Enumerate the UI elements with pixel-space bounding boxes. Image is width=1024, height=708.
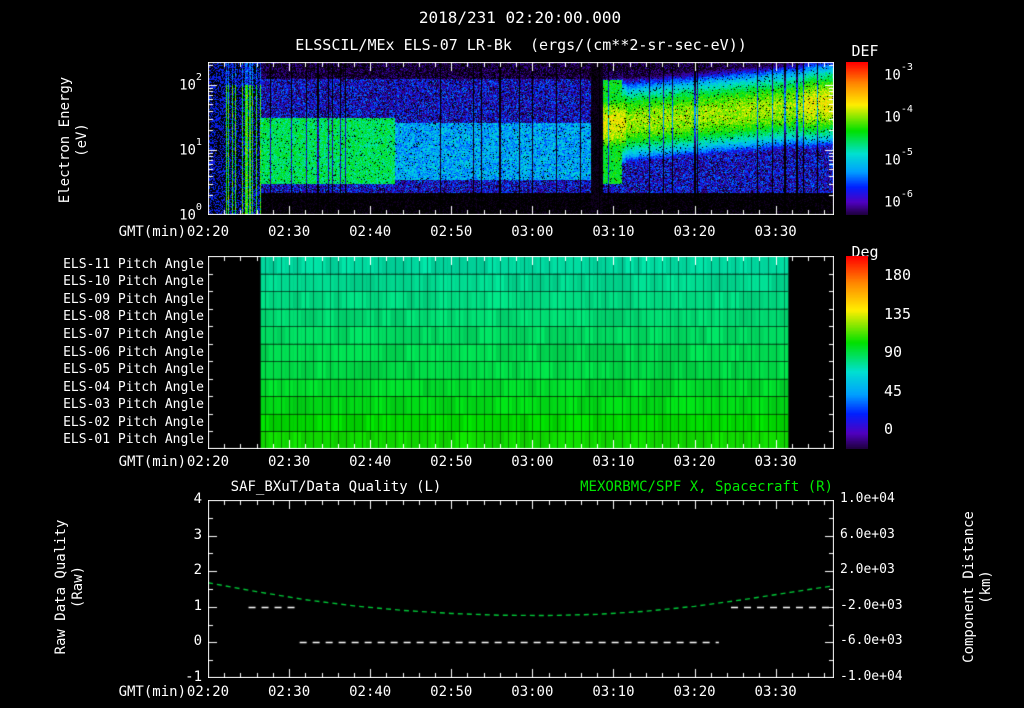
x-tick-label: 03:10 <box>592 684 635 700</box>
quality-distance-plot <box>208 500 834 678</box>
def-colorbar-tick: 10-4 <box>884 104 913 126</box>
left-y-tick-label: 1 <box>193 597 202 614</box>
left-y-tick-label: 4 <box>193 491 202 507</box>
x-tick-label: 02:30 <box>268 684 311 700</box>
def-colorbar <box>846 62 868 215</box>
distance-title: MEXORBMC/SPF X, Spacecraft (R) <box>580 479 833 495</box>
pitch-row-label: ELS-07 Pitch Angle <box>63 326 204 342</box>
y-tick-label: 101 <box>179 137 202 159</box>
def-colorbar-tick: 10-6 <box>884 189 913 211</box>
x-tick-label: 02:20 <box>186 224 230 240</box>
x-tick-label: 03:10 <box>592 224 635 240</box>
x-tick-label: 03:00 <box>511 454 554 470</box>
spectrogram-title: ELSSCIL/MEx ELS-07 LR-Bk (ergs/(cm**2-sr… <box>295 36 747 54</box>
quality-y-axis-label-line1: Raw Data Quality <box>53 519 69 655</box>
x-tick-label: 02:30 <box>268 454 311 470</box>
x-tick-label: 02:40 <box>349 224 392 240</box>
x-tick-label: 03:20 <box>673 454 716 470</box>
pitch-row-label: ELS-06 Pitch Angle <box>63 344 204 360</box>
spectrogram-y-axis-label: Electron Energy (eV) <box>57 20 91 260</box>
right-y-tick-label: 6.0e+03 <box>840 526 895 542</box>
deg-colorbar <box>846 256 868 449</box>
pitch-angle-plot <box>208 256 834 449</box>
deg-colorbar-tick: 135 <box>884 304 912 323</box>
right-y-tick-label: 1.0e+04 <box>840 491 895 506</box>
y-tick-label: 102 <box>179 71 202 94</box>
left-y-tick-label: 3 <box>193 526 202 543</box>
pitch-row-label: ELS-11 Pitch Angle <box>63 256 204 272</box>
x-tick-label: 02:20 <box>186 684 230 700</box>
left-y-tick-label: -1 <box>185 669 202 685</box>
quality-title: SAF_BXuT/Data Quality (L) <box>230 479 442 495</box>
pitch-row-label: ELS-04 Pitch Angle <box>63 379 204 395</box>
left-y-tick-label: 0 <box>193 633 202 650</box>
quality-y-axis-label-line2: (Raw) <box>70 565 86 609</box>
x-tick-label: 02:40 <box>349 684 392 700</box>
distance-y-axis-label-line2: (km) <box>978 570 994 604</box>
x-tick-label: 02:20 <box>186 454 230 470</box>
x-tick-label: 03:30 <box>754 454 797 470</box>
x-tick-label: 03:00 <box>511 224 554 240</box>
x-tick-label: 02:50 <box>430 684 473 700</box>
deg-colorbar-tick: 0 <box>884 420 894 439</box>
quality-y-axis-label: Raw Data Quality (Raw) <box>53 467 87 707</box>
left-y-tick-label: 2 <box>193 562 202 579</box>
x-tick-label: 03:20 <box>673 684 716 700</box>
y-tick-label: 100 <box>179 202 202 224</box>
page-title: 2018/231 02:20:00.000 <box>418 8 622 27</box>
x-tick-label: 03:10 <box>592 454 635 470</box>
spectrogram-y-axis-label-line1: Electron Energy <box>57 76 73 204</box>
pitch-row-label: ELS-03 Pitch Angle <box>63 397 204 413</box>
x-axis-title: GMT(min) <box>118 684 186 700</box>
x-tick-label: 03:20 <box>673 224 716 240</box>
right-y-tick-label: -1.0e+04 <box>840 669 903 684</box>
x-tick-label: 02:40 <box>349 454 392 470</box>
x-axis-title: GMT(min) <box>118 454 186 470</box>
distance-y-axis-label-line1: Component Distance <box>961 511 977 663</box>
right-y-tick-label: -6.0e+03 <box>840 633 903 649</box>
right-y-tick-label: 2.0e+03 <box>840 562 895 578</box>
pitch-row-label: ELS-08 Pitch Angle <box>63 309 204 325</box>
x-tick-label: 02:50 <box>430 224 473 240</box>
mex-els-summary-plot: 2018/231 02:20:00.000 ELSSCIL/MEx ELS-07… <box>0 0 1024 708</box>
deg-colorbar-tick: 180 <box>884 265 912 284</box>
x-tick-label: 03:30 <box>754 224 797 240</box>
pitch-row-label: ELS-09 Pitch Angle <box>63 291 204 307</box>
x-tick-label: 03:30 <box>754 684 797 700</box>
deg-colorbar-tick: 90 <box>884 343 903 362</box>
right-y-tick-label: -2.0e+03 <box>840 597 903 613</box>
x-tick-label: 03:00 <box>511 684 554 700</box>
def-colorbar-label: DEF <box>851 42 879 60</box>
spectrogram-plot <box>208 62 834 215</box>
pitch-row-label: ELS-05 Pitch Angle <box>63 362 204 378</box>
pitch-row-label: ELS-02 Pitch Angle <box>63 414 204 430</box>
x-tick-label: 02:30 <box>268 224 311 240</box>
x-axis-title: GMT(min) <box>118 224 186 240</box>
x-tick-label: 02:50 <box>430 454 473 470</box>
pitch-row-label: ELS-10 Pitch Angle <box>63 274 204 290</box>
spectrogram-y-axis-label-line2: (eV) <box>74 123 90 157</box>
def-colorbar-tick: 10-5 <box>884 146 913 169</box>
distance-y-axis-label: Component Distance (km) <box>961 467 995 707</box>
def-colorbar-tick: 10-3 <box>884 61 913 84</box>
pitch-row-label: ELS-01 Pitch Angle <box>63 432 204 448</box>
deg-colorbar-tick: 45 <box>884 381 903 400</box>
